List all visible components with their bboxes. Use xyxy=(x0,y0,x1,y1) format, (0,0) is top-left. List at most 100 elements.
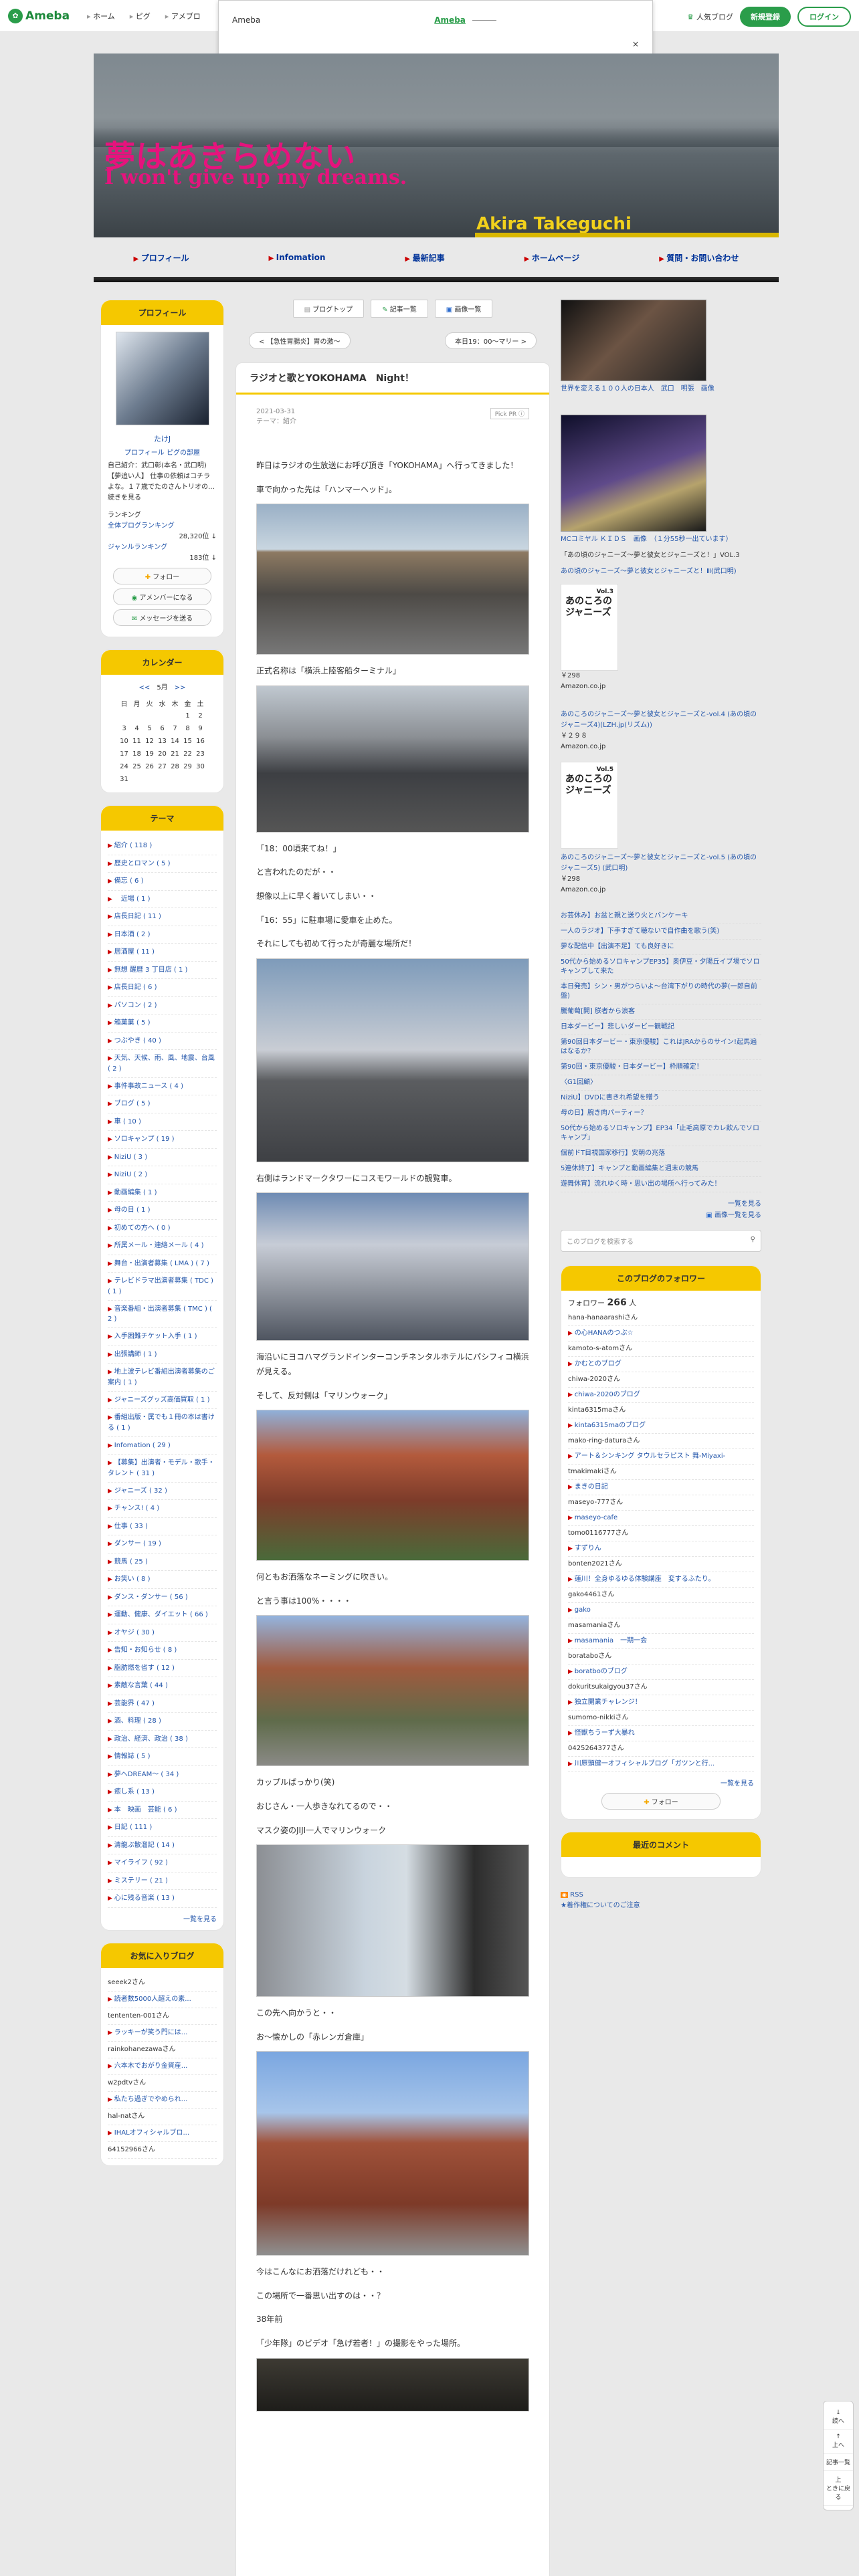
favorite-user[interactable]: seeek2さん xyxy=(108,1975,217,1992)
theme-item[interactable]: ソロキャンプ ( 19 ) xyxy=(108,1131,217,1149)
dropdown-ameba-link[interactable]: Ameba xyxy=(434,15,466,25)
theme-item[interactable]: 本 映画 芸能 ( 6 ) xyxy=(108,1802,217,1819)
theme-item[interactable]: 店長日記 ( 11 ) xyxy=(108,908,217,926)
tab-entry-list[interactable]: ✎ 記事一覧 xyxy=(371,300,428,318)
follower-user[interactable]: masamaniaさん xyxy=(568,1618,754,1634)
article-title[interactable]: ラジオと歌とYOKOHAMA Night！ xyxy=(236,363,549,395)
follower-user[interactable]: chiwa-2020さん xyxy=(568,1372,754,1388)
dropdown-input-line[interactable] xyxy=(472,19,496,21)
theme-item[interactable]: 仕事 ( 33 ) xyxy=(108,1518,217,1535)
tab-blog-top[interactable]: ▤ ブログトップ xyxy=(292,300,365,318)
follower-user[interactable]: mako-ring-daturaさん xyxy=(568,1434,754,1449)
follower-blog-link[interactable]: 川原頭健一オフィシャルブログ「ガツンと行... xyxy=(568,1757,754,1772)
favorite-blog-link[interactable]: 私たち過ぎでやめられ... xyxy=(108,2092,217,2109)
follower-user[interactable]: sumomo-nikkiさん xyxy=(568,1711,754,1726)
theme-item[interactable]: 清龍ぶ散溜記 ( 14 ) xyxy=(108,1837,217,1854)
follower-blog-link[interactable]: の心HANAのつぶ☆ xyxy=(568,1326,754,1341)
theme-item[interactable]: 癒し系 ( 13 ) xyxy=(108,1784,217,1802)
search-icon[interactable]: ⚲ xyxy=(751,1236,755,1246)
follower-blog-link[interactable]: アート＆シンキング タウルセラピスト 舞-Miyaxi- xyxy=(568,1449,754,1465)
theme-item[interactable]: 出張講師 ( 1 ) xyxy=(108,1346,217,1364)
theme-item[interactable]: 情報誌 ( 5 ) xyxy=(108,1748,217,1766)
theme-more-link[interactable]: 一覧を見る xyxy=(108,1908,217,1923)
blog-search-input[interactable]: このブログを検索する ⚲ xyxy=(561,1230,761,1252)
images-more-link[interactable]: ▣ 画像一覧を見る xyxy=(561,1208,761,1219)
prev-entry-button[interactable]: < 【急性胃腸炎】胃の激〜 xyxy=(249,332,351,349)
article-theme[interactable]: テーマ：紹介 xyxy=(256,415,529,425)
theme-item[interactable]: 日記 ( 111 ) xyxy=(108,1819,217,1837)
follower-blog-link[interactable]: まきの日記 xyxy=(568,1480,754,1495)
theme-item[interactable]: 脂肪燃を省す ( 12 ) xyxy=(108,1660,217,1677)
photo-couples[interactable] xyxy=(256,1615,529,1767)
follower-blog-link[interactable]: boratboのブログ xyxy=(568,1665,754,1680)
theme-item[interactable]: 音楽番組・出演者募集 ( TMC ) ( 2 ) xyxy=(108,1301,217,1328)
media-image-2[interactable] xyxy=(561,415,706,532)
photo-landmark-tower[interactable] xyxy=(256,958,529,1162)
genre-ranking-link[interactable]: ジャンルランキング xyxy=(108,542,217,553)
book-link-vol4[interactable]: あのころのジャニーズ〜夢と彼女とジャニーズと-vol.4 (あの頃のジャニーズ4… xyxy=(561,710,761,731)
theme-item[interactable]: マイライフ ( 92 ) xyxy=(108,1854,217,1872)
theme-item[interactable]: 歴史とロマン ( 5 ) xyxy=(108,855,217,873)
theme-item[interactable]: 政治、経済、政治 ( 38 ) xyxy=(108,1731,217,1748)
recent-entry[interactable]: 一人のラジオ】下手すぎて聴ないで自作曲を歌う(笑) xyxy=(561,924,761,940)
amazon-link-vol3[interactable]: Amazon.co.jp xyxy=(561,681,761,692)
theme-item[interactable]: テレビドラマ出演者募集 ( TDC ) ( 1 ) xyxy=(108,1273,217,1301)
theme-item[interactable]: ミステリー ( 21 ) xyxy=(108,1872,217,1890)
follower-user[interactable]: gako4461さん xyxy=(568,1588,754,1603)
recent-entry[interactable]: 騰葡萄[開] 朕者から浪客 xyxy=(561,1004,761,1020)
follower-blog-link[interactable]: kinta6315maのブログ xyxy=(568,1418,754,1434)
followers-more-link[interactable]: 一覧を見る xyxy=(568,1772,754,1788)
recent-entry[interactable]: 50代から始めるソロキャンプEP35】奥伊豆・夕陽丘イブ場でソロキャンプして来た xyxy=(561,955,761,980)
nav-information[interactable]: Infomation xyxy=(268,253,326,262)
theme-item[interactable]: 舞台・出演者募集 ( LMA ) ( 7 ) xyxy=(108,1255,217,1273)
calendar-next[interactable]: >> xyxy=(175,684,186,691)
theme-item[interactable]: 母の日 ( 1 ) xyxy=(108,1202,217,1220)
theme-item[interactable]: 芸能界 ( 47 ) xyxy=(108,1695,217,1713)
theme-item[interactable]: Infomation ( 29 ) xyxy=(108,1437,217,1455)
book-cover-vol3[interactable]: Vol.3 あのころのジャニーズ xyxy=(561,584,618,671)
follower-user[interactable]: borataboさん xyxy=(568,1649,754,1665)
follower-blog-link[interactable]: 独立開業チャレンジ！ xyxy=(568,1695,754,1711)
favorite-user[interactable]: hal-natさん xyxy=(108,2109,217,2125)
photo-intercontinental[interactable] xyxy=(256,1192,529,1341)
theme-item[interactable]: 競馬 ( 25 ) xyxy=(108,1553,217,1571)
follower-blog-link[interactable]: かむとのブログ xyxy=(568,1357,754,1372)
amazon-link-vol4[interactable]: Amazon.co.jp xyxy=(561,742,761,752)
amazon-link-vol5[interactable]: Amazon.co.jp xyxy=(561,885,761,895)
register-button[interactable]: 新規登録 xyxy=(740,7,791,27)
favorite-user[interactable]: rainkohanezawaさん xyxy=(108,2042,217,2058)
book-cover-vol5[interactable]: Vol.5 あのころのジャニーズ xyxy=(561,762,618,849)
recent-entry[interactable]: NiziU】DVDに書きれ希望を贈う xyxy=(561,1091,761,1106)
follower-user[interactable]: kinta6315maさん xyxy=(568,1403,754,1418)
photo-terminal[interactable] xyxy=(256,685,529,833)
media-caption-2[interactable]: MCコミヤル ＫＩＤＳ 画像 （１分55秒一出ています） xyxy=(561,534,761,545)
recent-entry[interactable]: お芸休み】お盆と親と送り火とバンケーキ xyxy=(561,909,761,924)
theme-item[interactable]: 無想 醒暦 3 丁目店 ( 1 ) xyxy=(108,962,217,979)
nav-profile[interactable]: プロフィール xyxy=(134,252,189,263)
follower-blog-link[interactable]: 蓮川！全身ゆるゆる体験講座 変するふたり。 xyxy=(568,1572,754,1588)
book-link-vol5[interactable]: あのころのジャニーズ〜夢と彼女とジャニーズと-vol.5 (あの頃のジャニーズ5… xyxy=(561,853,761,874)
follower-blog-link[interactable]: すずりん xyxy=(568,1541,754,1557)
book-link-vol3[interactable]: あの頃のジャニーズ〜夢と彼女とジャニーズと！Ⅲ(武口明) xyxy=(561,566,761,577)
recent-entry[interactable]: 第90回・東京優駿・日本ダービー】枠順確定！ xyxy=(561,1060,761,1075)
theme-item[interactable]: 入手困難チケット入手 ( 1 ) xyxy=(108,1328,217,1346)
profile-avatar[interactable] xyxy=(115,332,209,425)
theme-item[interactable]: 初めての方へ ( 0 ) xyxy=(108,1220,217,1237)
copyright-notice-link[interactable]: ★着作権についてのご注意 xyxy=(561,1901,761,1911)
theme-item[interactable]: パソコン ( 2 ) xyxy=(108,997,217,1014)
follower-blog-link[interactable]: masamania 一期一会 xyxy=(568,1634,754,1649)
theme-item[interactable]: 所属メール・連絡メール ( 4 ) xyxy=(108,1237,217,1255)
tool-entry-list[interactable]: 記事一覧 xyxy=(824,2454,853,2471)
popular-blog-link[interactable]: ♛ 人気ブログ xyxy=(687,11,733,22)
pick-pr-badge[interactable]: Pick PR ⓘ xyxy=(490,408,529,419)
follower-blog-link[interactable]: maseyo-cafe xyxy=(568,1511,754,1526)
message-button[interactable]: ✉ メッセージを送る xyxy=(113,609,211,626)
calendar-prev[interactable]: << xyxy=(139,684,151,691)
theme-item[interactable]: ダンス・ダンサー ( 56 ) xyxy=(108,1589,217,1606)
theme-item[interactable]: 素敵な言葉 ( 44 ) xyxy=(108,1677,217,1695)
theme-item[interactable]: 居酒屋 ( 11 ) xyxy=(108,944,217,962)
media-caption-1[interactable]: 世界を変える１００人の日本人 武口 明張 画像 xyxy=(561,384,761,395)
theme-item[interactable]: 夢へDREAM〜 ( 34 ) xyxy=(108,1766,217,1784)
theme-item[interactable]: ジャニーズグッズ高価買取 ( 1 ) xyxy=(108,1392,217,1409)
favorite-user[interactable]: tententen-001さん xyxy=(108,2008,217,2025)
